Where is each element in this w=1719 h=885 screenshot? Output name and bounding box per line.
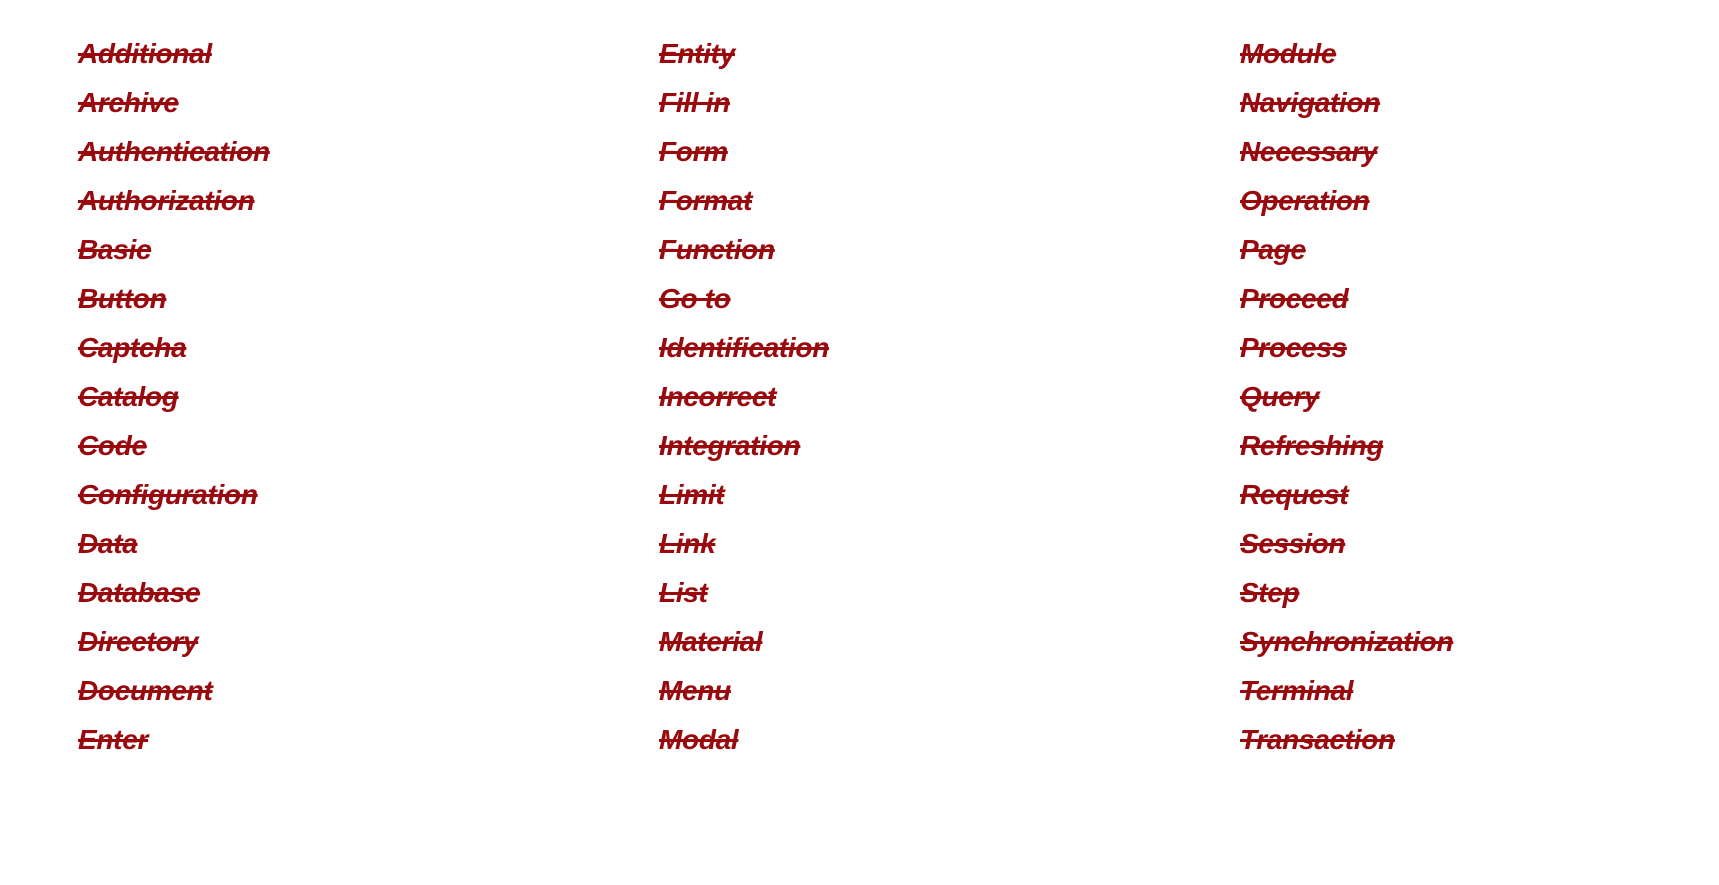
struck-word: Link [659, 528, 716, 559]
struck-word: Format [659, 185, 753, 216]
struck-word: List [659, 577, 708, 608]
struck-word: Module [1240, 38, 1337, 69]
struck-word: Archive [78, 87, 179, 118]
struck-word: Form [659, 136, 728, 167]
struck-word: Additional [78, 38, 212, 69]
word-column-1: Additional Archive Authentication Authoriza… [78, 29, 270, 764]
struck-word: Page [1240, 234, 1306, 265]
struck-word: Authentication [78, 136, 270, 167]
struck-word: Captcha [78, 332, 187, 363]
struck-word: Authorization [78, 185, 255, 216]
struck-word: Synchronization [1240, 626, 1454, 657]
struck-word: Necessary [1240, 136, 1378, 167]
struck-word: Button [78, 283, 167, 314]
struck-word: Process [1240, 332, 1347, 363]
struck-word: Transaction [1240, 724, 1395, 755]
struck-word: Menu [659, 675, 731, 706]
struck-word: Limit [659, 479, 725, 510]
struck-word: Entity [659, 38, 735, 69]
struck-word: Code [78, 430, 147, 461]
struck-word: Session [1240, 528, 1346, 559]
word-list-page: Additional Archive Authentication Authoriza… [0, 0, 1719, 885]
struck-word: Terminal [1240, 675, 1354, 706]
struck-word: Enter [78, 724, 149, 755]
struck-word: Fill in [659, 87, 731, 118]
struck-word: Request [1240, 479, 1349, 510]
struck-word: Go to [659, 283, 731, 314]
struck-word: Function [659, 234, 775, 265]
struck-word: Material [659, 626, 763, 657]
word-column-3: Module Navigation Necessary Operation Page Pr… [1240, 29, 1454, 764]
struck-word: Operation [1240, 185, 1370, 216]
struck-word: Step [1240, 577, 1300, 608]
struck-word: Configuration [78, 479, 258, 510]
struck-word: Query [1240, 381, 1320, 412]
struck-word: Document [78, 675, 213, 706]
struck-word: Modal [659, 724, 739, 755]
struck-word: Refreshing [1240, 430, 1384, 461]
struck-word: Database [78, 577, 201, 608]
struck-word: Identification [659, 332, 830, 363]
struck-word: Directory [78, 626, 199, 657]
struck-word: Proceed [1240, 283, 1349, 314]
struck-word: Basic [78, 234, 152, 265]
struck-word: Catalog [78, 381, 179, 412]
struck-word: Navigation [1240, 87, 1381, 118]
struck-word: Incorrect [659, 381, 777, 412]
struck-word: Integration [659, 430, 801, 461]
struck-word: Data [78, 528, 138, 559]
word-column-2: Entity Fill in Form Format Function Go to Iden… [659, 29, 829, 764]
